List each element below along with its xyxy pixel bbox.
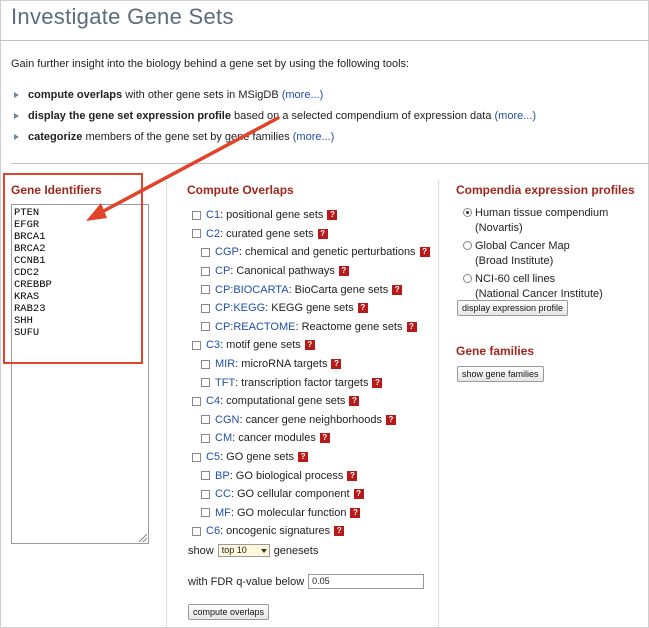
annotation-arrow-icon [86,116,280,221]
